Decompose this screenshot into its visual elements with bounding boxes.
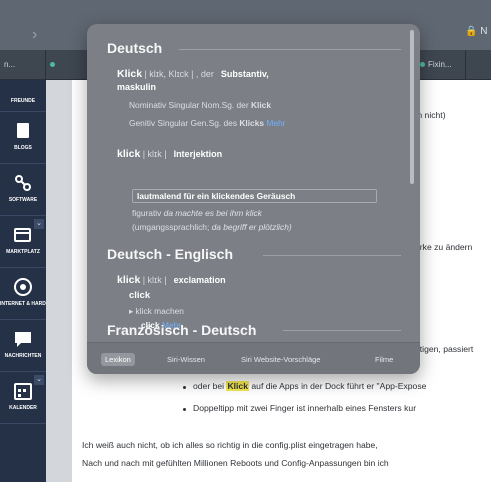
tab-filme[interactable]: Filme <box>371 353 397 366</box>
headword: klick <box>117 274 141 286</box>
grammar-word: Klicks <box>239 118 265 128</box>
lookup-tabbar: Lexikon Siri-Wissen Siri Website-Vorschl… <box>87 342 420 374</box>
pronunciation: | klɪk | <box>142 149 167 159</box>
sidebar-item-label: SOFTWARE <box>8 197 38 203</box>
sidebar-item-internet-hardware[interactable]: INTERNET & HARDWARE <box>0 268 46 320</box>
section-divider <box>179 49 401 50</box>
bullet-text-part: oder bei <box>193 381 227 391</box>
example-label: (umgangssprachlich; <box>132 222 210 232</box>
highlighted-word[interactable]: Klick <box>226 381 249 391</box>
part-of-speech: exclamation <box>173 275 226 285</box>
bullet-point <box>183 408 186 411</box>
back-button[interactable]: › <box>32 26 37 44</box>
browser-tab[interactable] <box>46 50 90 80</box>
headword: Klick <box>117 68 143 80</box>
sidebar-item-label: MARKTPLATZ <box>6 249 40 255</box>
pronunciation: | klɪk, Klɪck | <box>144 69 194 79</box>
sidebar-item-label: INTERNET & HARDWARE <box>0 301 46 307</box>
tab-favicon-icon <box>420 62 425 68</box>
grammar-word: Klick <box>250 100 271 110</box>
tab-siri-website-vorschlaege[interactable]: Siri Website-Vorschläge <box>237 353 324 366</box>
market-icon <box>14 228 31 242</box>
example-text: da machte es bei ihm klick <box>163 208 262 218</box>
sub-entry: ▸ klick machen <box>129 306 184 316</box>
post-paragraph: Nach und nach mit gefühlten Millionen Re… <box>82 458 389 468</box>
internet-icon <box>14 278 32 296</box>
example-text: da begriff er plötzlich) <box>211 222 292 232</box>
section-divider <box>283 330 401 331</box>
section-heading: Deutsch - Englisch <box>107 246 234 262</box>
post-text: ätigen, passiert <box>415 344 474 354</box>
sidebar-item-nachrichten[interactable]: NACHRICHTEN <box>0 320 46 372</box>
sidebar-item-label: KALENDER <box>9 405 37 411</box>
entry-gender: maskulin <box>117 82 156 92</box>
grammar-text: Genitiv Singular Gen.Sg. des <box>129 118 238 128</box>
post-paragraph: Ich weiß auch nicht, ob ich alles so ric… <box>82 440 378 450</box>
sidebar-item-marktplatz[interactable]: ⌄ MARKTPLATZ <box>0 216 46 268</box>
section-heading: Französisch - Deutsch <box>107 322 257 338</box>
browser-tab[interactable]: n... <box>0 50 46 80</box>
bullet-text-part: auf die Apps in der Dock führt er "App-E… <box>249 381 427 391</box>
message-icon <box>15 332 31 347</box>
bullet-text: oder bei Klick auf die Apps in der Dock … <box>193 381 426 391</box>
address-bar[interactable]: 🔒 N <box>465 26 487 37</box>
sidebar-item-freunde[interactable]: FREUNDE <box>0 80 46 112</box>
tab-label: n... <box>4 60 16 69</box>
sidebar-item-label: BLOGS <box>14 145 32 151</box>
post-text: ärke zu ändern <box>415 242 473 252</box>
grammar-text: Nominativ Singular Nom.Sg. der <box>129 100 249 110</box>
chevron-down-icon[interactable]: ⌄ <box>34 219 44 229</box>
bullet-text: Doppeltipp mit zwei Finger ist innerhalb… <box>193 403 417 413</box>
grammar-line: Nominativ Singular Nom.Sg. der Klick <box>129 100 271 110</box>
lookup-scroll-area[interactable]: Deutsch Klick | klɪk, Klɪck | , der Subs… <box>87 24 420 342</box>
sense-text: lautmalend für ein klickendes Geräusch <box>137 191 296 201</box>
software-icon <box>15 175 31 191</box>
sidebar-item-label: FREUNDE <box>10 98 36 104</box>
more-link[interactable]: Mehr <box>266 118 285 128</box>
chevron-down-icon[interactable]: ⌄ <box>34 375 44 385</box>
tab-siri-wissen[interactable]: Siri-Wissen <box>163 353 209 366</box>
tab-lexikon[interactable]: Lexikon <box>101 353 135 366</box>
entry-headline: klick | klɪk | Interjektion <box>117 148 222 160</box>
section-heading: Deutsch <box>107 40 163 56</box>
part-of-speech: Interjektion <box>173 149 223 159</box>
scrollbar[interactable] <box>410 30 414 184</box>
sidebar-item-blogs[interactable]: BLOGS <box>0 112 46 164</box>
bullet-point <box>183 386 186 389</box>
sidebar-gutter <box>46 80 72 482</box>
pronunciation: | klɪk | <box>142 275 167 285</box>
headword: klick <box>117 148 141 160</box>
entry-headline: Klick | klɪk, Klɪck | , der Substantiv, <box>117 68 269 80</box>
section-divider <box>263 255 401 256</box>
example-label: figurativ <box>132 208 162 218</box>
tab-label: Fixin... <box>428 60 452 69</box>
tab-favicon-icon <box>50 62 55 68</box>
sidebar-item-label: NACHRICHTEN <box>4 353 42 359</box>
calendar-icon <box>14 383 32 400</box>
forum-sidebar: FREUNDE BLOGS SOFTWARE ⌄ MARKTPLATZ INTE… <box>0 80 46 482</box>
browser-tab[interactable]: Fixin... <box>416 50 466 80</box>
translation: click <box>129 290 151 301</box>
grammar-line: Genitiv Singular Gen.Sg. des Klicks Mehr <box>129 118 285 128</box>
example-line: (umgangssprachlich; da begriff er plötzl… <box>132 222 292 232</box>
sidebar-item-kalender[interactable]: ⌄ KALENDER <box>0 372 46 424</box>
article: , der <box>195 69 214 79</box>
example-line: figurativ da machte es bei ihm klick <box>132 208 262 218</box>
part-of-speech: Substantiv, <box>220 69 269 79</box>
blog-icon <box>17 123 29 138</box>
browser-tab[interactable] <box>466 50 491 80</box>
sidebar-item-software[interactable]: SOFTWARE <box>0 164 46 216</box>
part-of-speech: maskulin <box>117 82 157 92</box>
entry-headline: klick | klɪk | exclamation <box>117 274 226 286</box>
lookup-popover: Deutsch Klick | klɪk, Klɪck | , der Subs… <box>87 24 420 374</box>
